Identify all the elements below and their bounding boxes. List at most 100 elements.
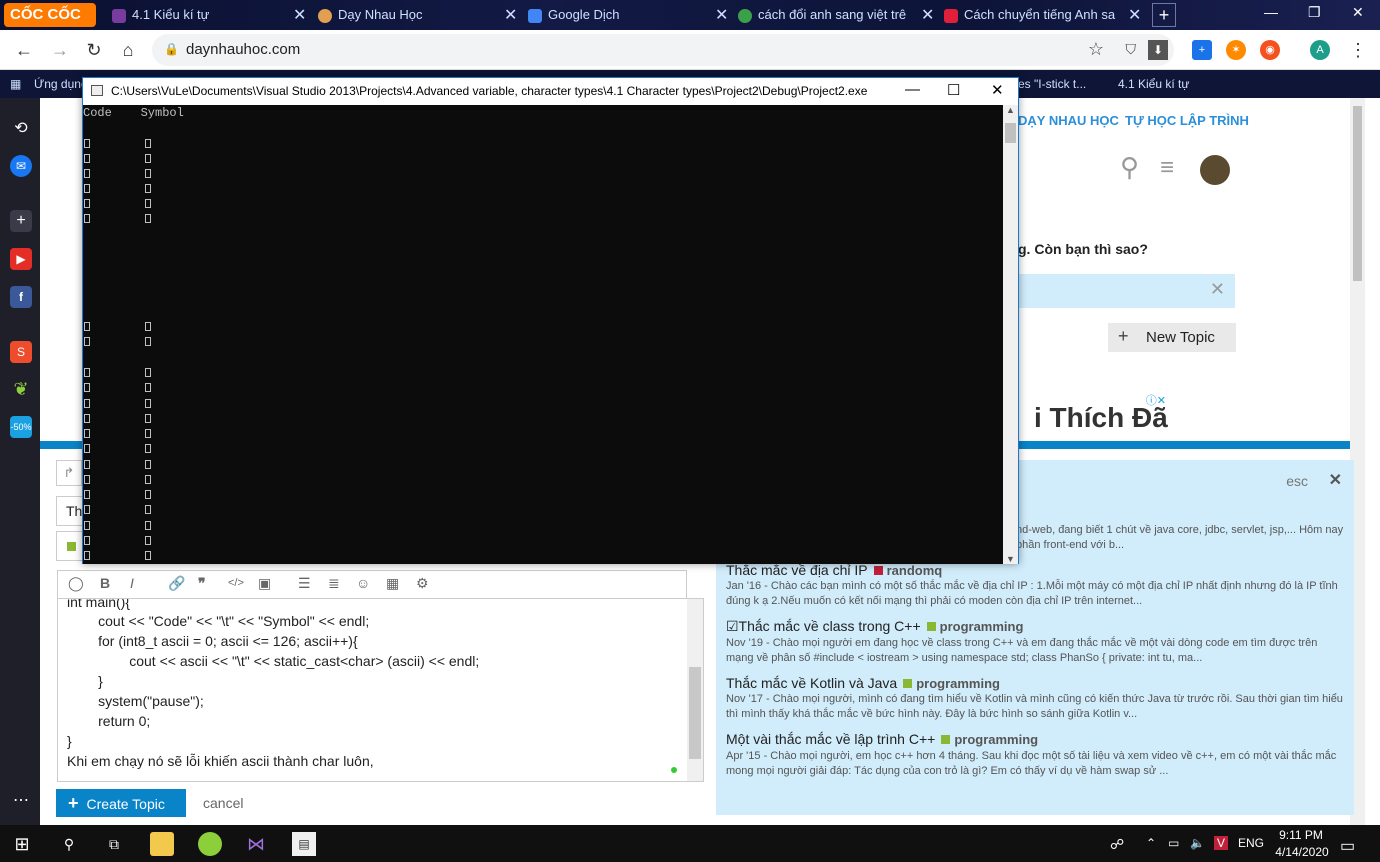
shopee-icon[interactable]: S (10, 341, 32, 363)
network-icon[interactable]: ▭ (1168, 836, 1179, 850)
leaf-icon[interactable]: ❦ (10, 378, 32, 400)
bookmark-apps[interactable]: Ứng dụng (34, 77, 88, 91)
close-icon[interactable]: ✕ (504, 5, 517, 25)
clock-time[interactable]: 9:11 PM (1276, 828, 1326, 842)
new-topic-button[interactable]: + New Topic (1108, 323, 1236, 352)
user-avatar[interactable] (1200, 155, 1230, 185)
scroll-up-icon[interactable]: ▲ (1006, 105, 1015, 115)
similar-topic-title[interactable]: Một vài thắc mắc về lập trình C++ program… (726, 731, 1038, 747)
coccoc-taskbar-icon[interactable] (198, 832, 222, 856)
download-icon[interactable]: ⬇ (1148, 40, 1168, 60)
tab-favicon-icon (738, 8, 752, 23)
editor-scrollbar[interactable] (687, 599, 703, 781)
minimize-icon[interactable]: — (905, 81, 920, 98)
history-icon[interactable]: ⟲ (10, 118, 32, 140)
close-icon[interactable]: ✕ (921, 5, 934, 25)
menu-kebab-icon[interactable]: ⋮ (1346, 38, 1370, 62)
create-topic-button[interactable]: + Create Topic (56, 789, 186, 817)
apps-grid-icon[interactable]: ▦ (10, 77, 21, 91)
back-arrow-icon[interactable]: ← (12, 38, 36, 62)
people-icon[interactable]: ☍ (1110, 836, 1124, 853)
close-window-icon[interactable]: ✕ (1352, 4, 1364, 21)
bold-icon[interactable]: B (100, 575, 110, 591)
visual-studio-icon[interactable]: ⋈ (244, 832, 268, 856)
gear-icon[interactable]: ⚙ (416, 575, 429, 592)
file-explorer-icon[interactable] (150, 832, 174, 856)
nav-link-tu-hoc-lap-trinh[interactable]: TỰ HỌC LẬP TRÌNH (1125, 113, 1249, 128)
console-scrollbar[interactable]: ▲ ▼ (1003, 105, 1018, 564)
close-icon[interactable]: ✕ (1329, 470, 1342, 490)
tab-cach-doi-anh[interactable]: cách đổi anh sang việt trê (738, 2, 913, 28)
tab-day-nhau-hoc[interactable]: Dạy Nhau Học (318, 2, 488, 28)
calendar-icon[interactable]: ▦ (386, 575, 399, 592)
bookmark-istick[interactable]: es "I-stick t... (1018, 77, 1086, 91)
bookmark-kieu-ki-tu[interactable]: 4.1 Kiểu kí tự (1118, 77, 1189, 91)
address-bar[interactable]: 🔒 daynhauhoc.com ☆ ⛉ ⬇ (152, 34, 1174, 66)
notifications-icon[interactable]: ▭ (1340, 836, 1355, 856)
language-indicator[interactable]: ENG (1238, 836, 1264, 850)
shield-icon[interactable]: ⛉ (1126, 41, 1137, 58)
console-title-bar[interactable]: C:\Users\VuLe\Documents\Visual Studio 20… (83, 78, 1018, 105)
volume-icon[interactable]: 🔈 (1190, 836, 1205, 850)
reply-arrow-icon[interactable]: ↱ (56, 460, 82, 486)
nav-link-day-nhau-hoc[interactable]: DẠY NHAU HỌC (1018, 113, 1119, 128)
home-icon[interactable]: ⌂ (116, 38, 140, 62)
windows-start-icon[interactable]: ⊞ (10, 832, 34, 856)
similar-topic-title[interactable]: Thắc mắc về Kotlin và Java programming (726, 675, 1000, 691)
console-taskbar-icon[interactable]: ▤ (292, 832, 316, 856)
search-icon[interactable]: ⚲ (57, 832, 81, 856)
coccoc-menu-button[interactable]: CỐC CỐC (4, 3, 96, 27)
post-editor[interactable]: int main(){ cout << "Code" << "\t" << "S… (57, 598, 704, 782)
code-icon[interactable]: </> (228, 577, 244, 589)
quote-bubble-icon[interactable]: ◯ (68, 575, 84, 592)
forward-arrow-icon[interactable]: → (48, 38, 72, 62)
tab-kieu-ki-tu[interactable]: 4.1 Kiểu kí tự (112, 2, 252, 28)
minimize-icon[interactable]: — (1264, 4, 1278, 20)
blockquote-icon[interactable]: ❞ (198, 575, 206, 592)
reload-icon[interactable]: ↻ (82, 38, 106, 62)
profile-avatar[interactable]: A (1310, 40, 1330, 60)
bookmark-star-icon[interactable]: ☆ (1088, 39, 1104, 60)
tab-cach-chuyen-tieng-anh[interactable]: Cách chuyển tiếng Anh sa (944, 2, 1122, 28)
italic-icon[interactable]: I (130, 575, 134, 591)
messenger-icon[interactable]: ✉ (10, 155, 32, 177)
console-window[interactable]: C:\Users\VuLe\Documents\Visual Studio 20… (82, 77, 1019, 564)
numbered-list-icon[interactable]: ≣ (328, 575, 340, 592)
more-dots-icon[interactable]: ⋯ (10, 790, 32, 812)
scrollbar-thumb[interactable] (689, 667, 701, 759)
maximize-icon[interactable]: ☐ (947, 81, 960, 99)
close-icon[interactable]: ✕ (715, 5, 728, 25)
similar-topic-title[interactable]: Thắc mắc về địa chỉ IP randomq (726, 562, 942, 578)
cancel-link[interactable]: cancel (203, 795, 243, 811)
close-icon[interactable]: ✕ (1210, 279, 1225, 300)
new-tab-button[interactable]: + (1152, 3, 1176, 27)
similar-topic-title[interactable]: ☑Thắc mắc về class trong C++ programming (726, 618, 1023, 635)
tiki-sale-icon[interactable]: -50% (10, 416, 32, 438)
tab-google-dich[interactable]: Google Dịch (528, 2, 698, 28)
youtube-icon[interactable]: ▶ (10, 248, 32, 270)
restore-icon[interactable]: ❐ (1308, 4, 1321, 21)
search-icon[interactable]: ⚲ (1120, 152, 1139, 183)
emoji-icon[interactable]: ☺ (356, 575, 370, 591)
task-view-icon[interactable]: ⧉ (102, 832, 126, 856)
close-icon[interactable]: ✕ (293, 5, 306, 25)
vietkey-icon[interactable]: V (1214, 836, 1229, 850)
close-icon[interactable]: ✕ (991, 81, 1004, 99)
extension-chrome-icon[interactable]: ◉ (1260, 40, 1280, 60)
clock-date[interactable]: 4/14/2020 (1272, 845, 1332, 859)
image-icon[interactable]: ▣ (258, 575, 271, 592)
hamburger-menu-icon[interactable]: ≡ (1160, 154, 1174, 182)
extension-orange-icon[interactable]: ✶ (1226, 40, 1246, 60)
bullet-list-icon[interactable]: ☰ (298, 575, 311, 592)
add-panel-icon[interactable]: + (10, 210, 32, 232)
scrollbar-thumb[interactable] (1353, 106, 1362, 281)
chevron-up-icon[interactable]: ⌃ (1146, 836, 1156, 850)
close-icon[interactable]: ✕ (1128, 5, 1141, 25)
extension-plus-icon[interactable]: + (1192, 40, 1212, 60)
link-icon[interactable]: 🔗 (168, 575, 185, 592)
ad-info-icon[interactable]: ⓘ✕ (1146, 392, 1166, 408)
scrollbar-thumb[interactable] (1005, 123, 1016, 143)
scroll-down-icon[interactable]: ▼ (1006, 554, 1015, 564)
ad-banner[interactable]: i Thích Đã ⓘ✕ (1018, 392, 1168, 440)
facebook-icon[interactable]: f (10, 286, 32, 308)
